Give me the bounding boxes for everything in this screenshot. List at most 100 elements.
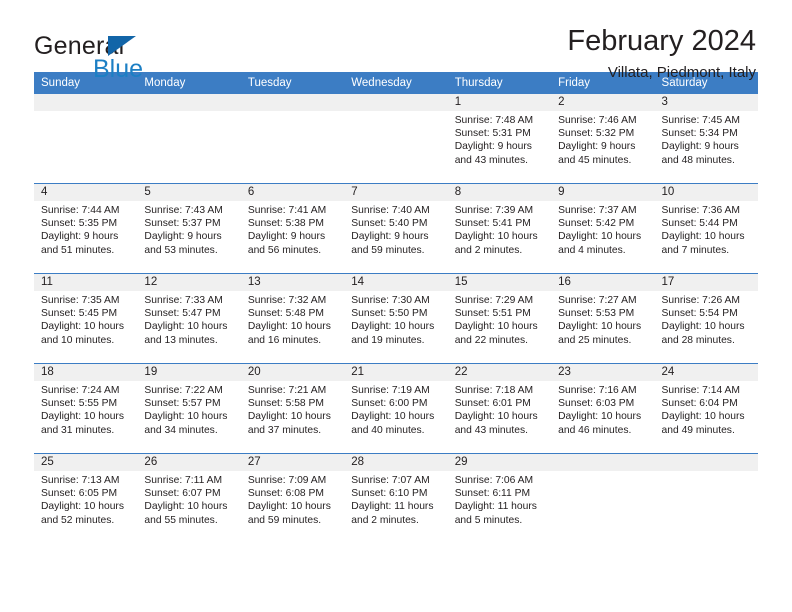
day-number: 5 — [137, 184, 241, 201]
daylight-duration-line1: Daylight: 10 hours — [558, 321, 642, 333]
sunset-time: Sunset: 5:34 PM — [661, 128, 738, 140]
daylight-duration-line2: and 48 minutes. — [661, 154, 735, 166]
daylight-duration-line1: Daylight: 9 hours — [558, 141, 636, 153]
day-sun-info: Sunrise: 7:29 AM Sunset: 5:51 PM Daylight:… — [448, 291, 551, 347]
day-sun-info: Sunrise: 7:45 AM Sunset: 5:34 PM Daylight:… — [655, 111, 758, 167]
sunset-time: Sunset: 6:04 PM — [661, 398, 738, 410]
calendar-day-cell[interactable]: 23 Sunrise: 7:16 AM Sunset: 6:03 PM Dayligh… — [551, 363, 655, 454]
calendar-day-cell[interactable]: 4 Sunrise: 7:44 AM Sunset: 5:35 PM Daylight… — [34, 183, 138, 274]
calendar-day-cell[interactable]: 15 Sunrise: 7:29 AM Sunset: 5:51 PM Dayligh… — [447, 273, 552, 364]
weekday-header-tuesday: Tuesday — [240, 72, 345, 94]
day-number — [34, 94, 138, 111]
sunrise-time: Sunrise: 7:26 AM — [661, 295, 740, 306]
calendar-day-cell[interactable]: 21 Sunrise: 7:19 AM Sunset: 6:00 PM Dayligh… — [344, 363, 448, 454]
calendar-day-cell[interactable]: 18 Sunrise: 7:24 AM Sunset: 5:55 PM Dayligh… — [34, 363, 138, 454]
daylight-duration-line1: Daylight: 10 hours — [454, 231, 538, 243]
calendar-day-cell[interactable]: 12 Sunrise: 7:33 AM Sunset: 5:47 PM Dayligh… — [137, 273, 241, 364]
sunrise-time: Sunrise: 7:36 AM — [661, 205, 740, 216]
calendar-day-cell[interactable]: 8 Sunrise: 7:39 AM Sunset: 5:41 PM Daylight… — [447, 183, 552, 274]
day-sun-info: Sunrise: 7:48 AM Sunset: 5:31 PM Daylight:… — [448, 111, 551, 167]
calendar-day-cell[interactable]: 13 Sunrise: 7:32 AM Sunset: 5:48 PM Dayligh… — [240, 273, 345, 364]
calendar-day-cell[interactable]: 9 Sunrise: 7:37 AM Sunset: 5:42 PM Daylight… — [551, 183, 655, 274]
daylight-duration-line1: Daylight: 9 hours — [351, 231, 429, 243]
calendar-week-row: 25 Sunrise: 7:13 AM Sunset: 6:05 PM Dayligh… — [34, 453, 758, 543]
daylight-duration-line1: Daylight: 9 hours — [454, 141, 532, 153]
sunset-time: Sunset: 5:53 PM — [558, 308, 635, 320]
sunrise-time: Sunrise: 7:33 AM — [144, 295, 223, 306]
sunset-time: Sunset: 5:32 PM — [558, 128, 635, 140]
day-number: 19 — [137, 364, 241, 381]
calendar-day-cell[interactable]: 24 Sunrise: 7:14 AM Sunset: 6:04 PM Dayligh… — [654, 363, 758, 454]
sunrise-time: Sunrise: 7:09 AM — [247, 475, 327, 486]
logo-triangle-icon — [108, 36, 136, 56]
calendar-day-cell[interactable]: 5 Sunrise: 7:43 AM Sunset: 5:37 PM Daylight… — [137, 183, 241, 274]
calendar-day-cell-empty — [551, 453, 655, 543]
sunrise-sunset-calendar: Sunday Monday Tuesday Wednesday Thursday… — [34, 72, 758, 543]
calendar-day-cell[interactable]: 6 Sunrise: 7:41 AM Sunset: 5:38 PM Daylight… — [240, 183, 345, 274]
calendar-day-cell[interactable]: 1 Sunrise: 7:48 AM Sunset: 5:31 PM Daylight… — [447, 94, 552, 184]
calendar-day-cell[interactable]: 26 Sunrise: 7:11 AM Sunset: 6:07 PM Dayligh… — [137, 453, 241, 543]
day-sun-info: Sunrise: 7:26 AM Sunset: 5:54 PM Daylight:… — [655, 291, 758, 347]
day-sun-info: Sunrise: 7:40 AM Sunset: 5:40 PM Daylight:… — [344, 201, 447, 257]
daylight-duration-line2: and 10 minutes. — [41, 334, 115, 346]
day-number: 29 — [447, 454, 552, 471]
sunset-time: Sunset: 6:08 PM — [247, 488, 324, 500]
calendar-day-cell[interactable]: 19 Sunrise: 7:22 AM Sunset: 5:57 PM Dayligh… — [137, 363, 241, 454]
day-number: 27 — [240, 454, 345, 471]
calendar-day-cell[interactable]: 14 Sunrise: 7:30 AM Sunset: 5:50 PM Dayligh… — [344, 273, 448, 364]
sunrise-time: Sunrise: 7:43 AM — [144, 205, 223, 216]
sunset-time: Sunset: 5:35 PM — [41, 218, 118, 230]
daylight-duration-line2: and 53 minutes. — [144, 244, 218, 256]
calendar-page: General Blue February 2024 Villata, Pied… — [0, 0, 792, 612]
day-number: 25 — [34, 454, 138, 471]
sunset-time: Sunset: 5:42 PM — [558, 218, 635, 230]
daylight-duration-line1: Daylight: 10 hours — [41, 411, 124, 423]
calendar-day-cell[interactable]: 25 Sunrise: 7:13 AM Sunset: 6:05 PM Dayligh… — [34, 453, 138, 543]
calendar-day-cell[interactable]: 27 Sunrise: 7:09 AM Sunset: 6:08 PM Dayligh… — [240, 453, 345, 543]
calendar-day-cell[interactable]: 29 Sunrise: 7:06 AM Sunset: 6:11 PM Dayligh… — [447, 453, 552, 543]
general-blue-logo[interactable]: General Blue — [34, 26, 214, 84]
calendar-day-cell[interactable]: 16 Sunrise: 7:27 AM Sunset: 5:53 PM Dayligh… — [551, 273, 655, 364]
calendar-day-cell[interactable]: 28 Sunrise: 7:07 AM Sunset: 6:10 PM Dayligh… — [344, 453, 448, 543]
sunrise-time: Sunrise: 7:40 AM — [351, 205, 430, 216]
daylight-duration-line1: Daylight: 10 hours — [454, 411, 538, 423]
daylight-duration-line2: and 19 minutes. — [351, 334, 425, 346]
sunrise-time: Sunrise: 7:32 AM — [247, 295, 327, 306]
day-sun-info: Sunrise: 7:27 AM Sunset: 5:53 PM Daylight:… — [551, 291, 654, 347]
daylight-duration-line2: and 25 minutes. — [558, 334, 632, 346]
calendar-day-cell[interactable]: 3 Sunrise: 7:45 AM Sunset: 5:34 PM Daylight… — [654, 94, 758, 184]
day-sun-info: Sunrise: 7:07 AM Sunset: 6:10 PM Daylight:… — [344, 471, 447, 527]
day-sun-info: Sunrise: 7:19 AM Sunset: 6:00 PM Daylight:… — [344, 381, 447, 437]
day-sun-info: Sunrise: 7:32 AM Sunset: 5:48 PM Daylight:… — [241, 291, 344, 347]
sunrise-time: Sunrise: 7:24 AM — [41, 385, 120, 396]
calendar-week-row: 18 Sunrise: 7:24 AM Sunset: 5:55 PM Dayligh… — [34, 363, 758, 454]
daylight-duration-line2: and 59 minutes. — [351, 244, 425, 256]
daylight-duration-line2: and 28 minutes. — [661, 334, 735, 346]
daylight-duration-line2: and 2 minutes. — [351, 514, 419, 526]
sunset-time: Sunset: 6:00 PM — [351, 398, 428, 410]
calendar-day-cell[interactable]: 17 Sunrise: 7:26 AM Sunset: 5:54 PM Dayligh… — [654, 273, 758, 364]
sunrise-time: Sunrise: 7:14 AM — [661, 385, 740, 396]
day-number: 17 — [654, 274, 758, 291]
sunrise-time: Sunrise: 7:45 AM — [661, 115, 740, 126]
sunrise-time: Sunrise: 7:30 AM — [351, 295, 430, 306]
sunset-time: Sunset: 6:05 PM — [41, 488, 118, 500]
daylight-duration-line2: and 46 minutes. — [558, 424, 632, 436]
daylight-duration-line2: and 43 minutes. — [454, 154, 528, 166]
day-sun-info: Sunrise: 7:14 AM Sunset: 6:04 PM Daylight:… — [655, 381, 758, 437]
calendar-day-cell[interactable]: 22 Sunrise: 7:18 AM Sunset: 6:01 PM Dayligh… — [447, 363, 552, 454]
day-number: 28 — [344, 454, 448, 471]
calendar-day-cell[interactable]: 10 Sunrise: 7:36 AM Sunset: 5:44 PM Dayligh… — [654, 183, 758, 274]
day-sun-info: Sunrise: 7:41 AM Sunset: 5:38 PM Daylight:… — [241, 201, 344, 257]
calendar-day-cell[interactable]: 20 Sunrise: 7:21 AM Sunset: 5:58 PM Dayligh… — [240, 363, 345, 454]
sunrise-time: Sunrise: 7:35 AM — [41, 295, 120, 306]
page-title: February 2024 — [567, 25, 756, 57]
day-number: 15 — [447, 274, 552, 291]
daylight-duration-line1: Daylight: 9 hours — [247, 231, 326, 243]
calendar-day-cell[interactable]: 7 Sunrise: 7:40 AM Sunset: 5:40 PM Daylight… — [344, 183, 448, 274]
calendar-day-cell[interactable]: 2 Sunrise: 7:46 AM Sunset: 5:32 PM Daylight… — [551, 94, 655, 184]
day-sun-info: Sunrise: 7:46 AM Sunset: 5:32 PM Daylight:… — [551, 111, 654, 167]
calendar-day-cell[interactable]: 11 Sunrise: 7:35 AM Sunset: 5:45 PM Dayligh… — [34, 273, 138, 364]
weekday-header-thursday: Thursday — [447, 72, 552, 94]
day-sun-info: Sunrise: 7:43 AM Sunset: 5:37 PM Daylight:… — [137, 201, 240, 257]
